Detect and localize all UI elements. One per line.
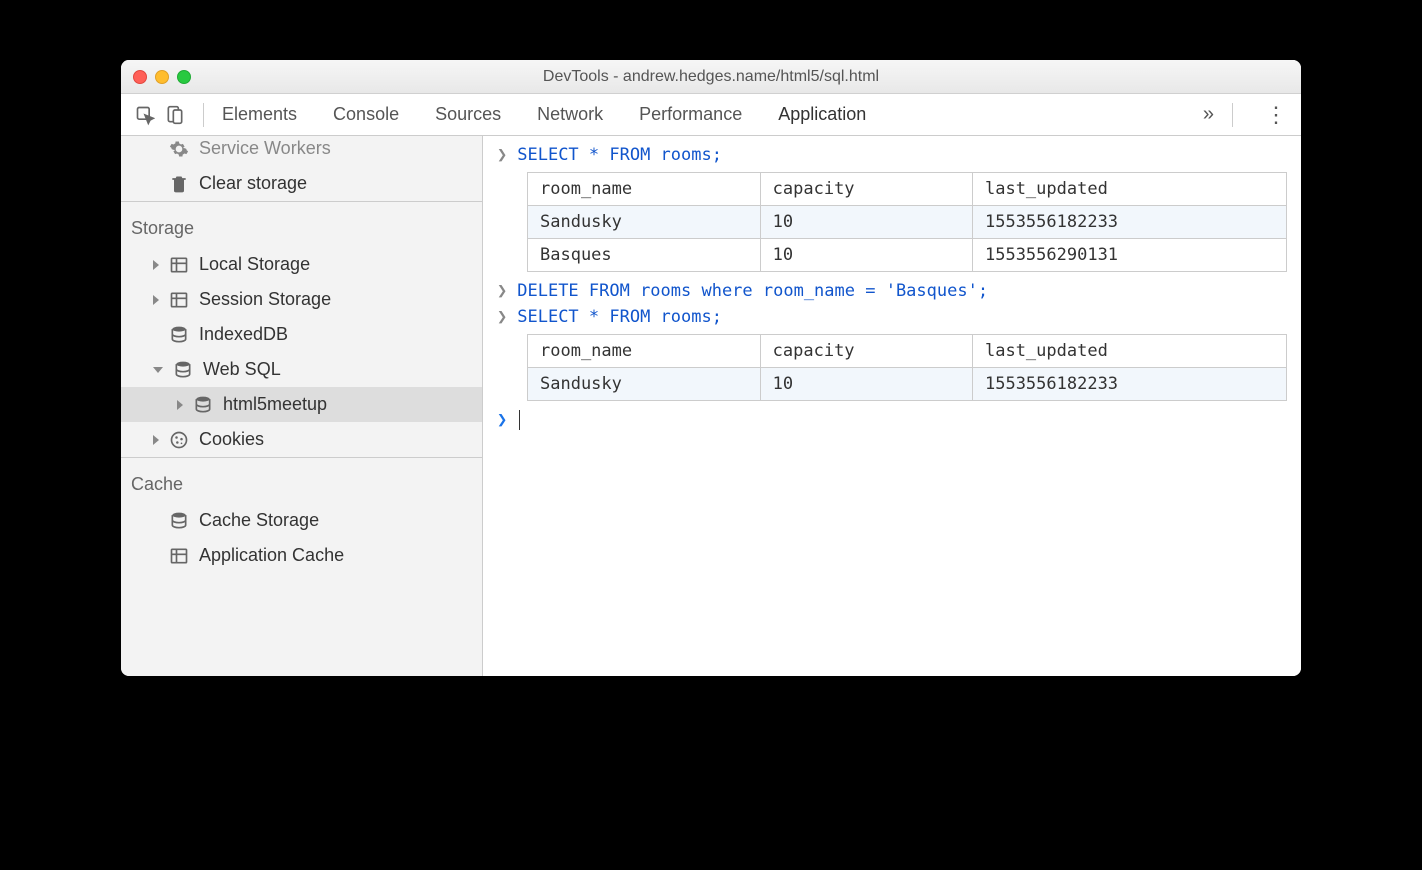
table-cell: Basques (528, 239, 761, 272)
toolbar-separator (1232, 103, 1233, 127)
panel-tabs: Elements Console Sources Network Perform… (222, 96, 1193, 133)
window-title: DevTools - andrew.hedges.name/html5/sql.… (121, 68, 1301, 86)
tab-performance[interactable]: Performance (639, 96, 742, 133)
expand-arrow-icon (153, 260, 159, 270)
table-cell: 10 (760, 368, 972, 401)
sidebar-item-label: IndexedDB (199, 324, 288, 345)
table-icon (169, 255, 189, 275)
query-row: ❯ SELECT * FROM rooms; (497, 142, 1287, 168)
table-header: capacity (760, 335, 972, 368)
sidebar-item-label: Clear storage (199, 173, 307, 194)
prompt-caret-icon: ❯ (497, 410, 507, 430)
query-row: ❯ DELETE FROM rooms where room_name = 'Ba… (497, 278, 1287, 304)
sql-query-text: DELETE FROM rooms where room_name = 'Bas… (517, 281, 988, 301)
devtools-window: DevTools - andrew.hedges.name/html5/sql.… (121, 60, 1301, 676)
sidebar-item-local-storage[interactable]: Local Storage (121, 247, 482, 282)
text-cursor (519, 410, 520, 430)
sidebar-item-session-storage[interactable]: Session Storage (121, 282, 482, 317)
table-header: last_updated (972, 173, 1286, 206)
sidebar-item-label: Session Storage (199, 289, 331, 310)
device-toggle-icon[interactable] (165, 105, 185, 125)
sidebar-section-storage: Storage (121, 201, 482, 247)
expand-arrow-icon (177, 400, 183, 410)
expand-arrow-icon (153, 295, 159, 305)
settings-menu-button[interactable]: ⋮ (1265, 102, 1287, 128)
result-table: room_namecapacitylast_updatedSandusky101… (527, 172, 1287, 272)
table-row: Sandusky101553556182233 (528, 368, 1287, 401)
sql-query-text: SELECT * FROM rooms; (517, 307, 722, 327)
db-icon (193, 395, 213, 415)
caret-icon: ❯ (497, 307, 507, 327)
tab-sources[interactable]: Sources (435, 96, 501, 133)
devtools-toolbar: Elements Console Sources Network Perform… (121, 94, 1301, 136)
application-sidebar: Service Workers Clear storage Storage Lo… (121, 136, 483, 676)
sql-query-text: SELECT * FROM rooms; (517, 145, 722, 165)
more-tabs-button[interactable]: » (1203, 103, 1214, 126)
tab-console[interactable]: Console (333, 96, 399, 133)
table-row: Sandusky101553556182233 (528, 206, 1287, 239)
table-header: last_updated (972, 335, 1286, 368)
sidebar-item-label: html5meetup (223, 394, 327, 415)
tab-elements[interactable]: Elements (222, 96, 297, 133)
gear-icon (169, 139, 189, 159)
sql-prompt[interactable]: ❯ (497, 407, 1287, 433)
sidebar-item-web-sql[interactable]: Web SQL (121, 352, 482, 387)
trash-icon (169, 174, 189, 194)
sidebar-item-label: Web SQL (203, 359, 281, 380)
expand-arrow-icon (153, 435, 159, 445)
result-table: room_namecapacitylast_updatedSandusky101… (527, 334, 1287, 401)
sidebar-item-html5meetup[interactable]: html5meetup (121, 387, 482, 422)
table-cell: 10 (760, 239, 972, 272)
sidebar-item-label: Cookies (199, 429, 264, 450)
sidebar-section-cache: Cache (121, 457, 482, 503)
table-header: room_name (528, 173, 761, 206)
panel-body: Service Workers Clear storage Storage Lo… (121, 136, 1301, 676)
table-cell: Sandusky (528, 206, 761, 239)
sidebar-item-application-cache[interactable]: Application Cache (121, 538, 482, 573)
table-cell: Sandusky (528, 368, 761, 401)
db-icon (169, 325, 189, 345)
table-header: capacity (760, 173, 972, 206)
tab-network[interactable]: Network (537, 96, 603, 133)
inspect-icon[interactable] (135, 105, 155, 125)
cookie-icon (169, 430, 189, 450)
sql-console: ❯SELECT * FROM rooms;room_namecapacityla… (483, 136, 1301, 676)
table-cell: 10 (760, 206, 972, 239)
sidebar-item-clear-storage[interactable]: Clear storage (121, 166, 482, 201)
expand-arrow-icon (153, 367, 163, 373)
sidebar-item-indexeddb[interactable]: IndexedDB (121, 317, 482, 352)
sidebar-item-label: Application Cache (199, 545, 344, 566)
sidebar-item-cache-storage[interactable]: Cache Storage (121, 503, 482, 538)
table-icon (169, 290, 189, 310)
db-icon (169, 511, 189, 531)
sidebar-item-service-workers[interactable]: Service Workers (121, 136, 482, 166)
table-cell: 1553556182233 (972, 206, 1286, 239)
titlebar: DevTools - andrew.hedges.name/html5/sql.… (121, 60, 1301, 94)
table-icon (169, 546, 189, 566)
table-row: Basques101553556290131 (528, 239, 1287, 272)
caret-icon: ❯ (497, 281, 507, 301)
table-cell: 1553556290131 (972, 239, 1286, 272)
toolbar-separator (203, 103, 204, 127)
db-icon (173, 360, 193, 380)
sidebar-item-label: Cache Storage (199, 510, 319, 531)
caret-icon: ❯ (497, 145, 507, 165)
table-header: room_name (528, 335, 761, 368)
sidebar-item-label: Local Storage (199, 254, 310, 275)
sidebar-item-label: Service Workers (199, 138, 331, 159)
query-row: ❯ SELECT * FROM rooms; (497, 304, 1287, 330)
table-cell: 1553556182233 (972, 368, 1286, 401)
sidebar-item-cookies[interactable]: Cookies (121, 422, 482, 457)
